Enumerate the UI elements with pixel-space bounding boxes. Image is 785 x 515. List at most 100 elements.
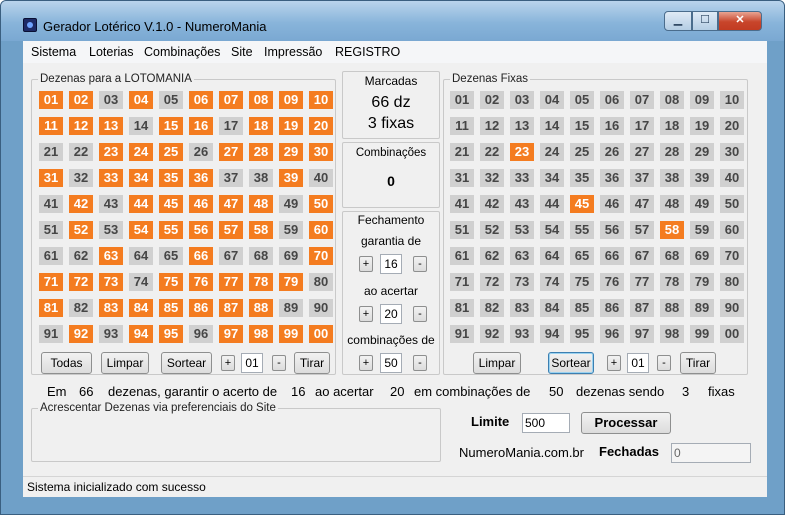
lotomania-number-91[interactable]: 91	[39, 325, 63, 343]
lotomania-number-06[interactable]: 06	[189, 91, 213, 109]
fixas-number-89[interactable]: 89	[690, 299, 714, 317]
fixas-number-31[interactable]: 31	[450, 169, 474, 187]
lotomania-number-16[interactable]: 16	[189, 117, 213, 135]
lotomania-number-35[interactable]: 35	[159, 169, 183, 187]
lotomania-number-12[interactable]: 12	[69, 117, 93, 135]
lotomania-number-64[interactable]: 64	[129, 247, 153, 265]
fixas-number-13[interactable]: 13	[510, 117, 534, 135]
garantia-field[interactable]: 16	[380, 254, 402, 274]
lotomania-number-57[interactable]: 57	[219, 221, 243, 239]
lotomania-number-82[interactable]: 82	[69, 299, 93, 317]
lotomania-number-99[interactable]: 99	[279, 325, 303, 343]
fixas-number-94[interactable]: 94	[540, 325, 564, 343]
fixas-number-40[interactable]: 40	[720, 169, 744, 187]
maximize-button[interactable]: ☐	[692, 11, 718, 31]
fixas-number-05[interactable]: 05	[570, 91, 594, 109]
fixas-number-62[interactable]: 62	[480, 247, 504, 265]
fixas-number-58[interactable]: 58	[660, 221, 684, 239]
menu-site[interactable]: Site	[231, 45, 253, 59]
lotomania-number-00[interactable]: 00	[309, 325, 333, 343]
fixas-number-41[interactable]: 41	[450, 195, 474, 213]
lotomania-number-61[interactable]: 61	[39, 247, 63, 265]
lotomania-number-45[interactable]: 45	[159, 195, 183, 213]
fixas-number-09[interactable]: 09	[690, 91, 714, 109]
fixas-number-16[interactable]: 16	[600, 117, 624, 135]
fixas-number-30[interactable]: 30	[720, 143, 744, 161]
fixas-number-54[interactable]: 54	[540, 221, 564, 239]
lotomania-number-26[interactable]: 26	[189, 143, 213, 161]
fixas-number-78[interactable]: 78	[660, 273, 684, 291]
lotomania-number-88[interactable]: 88	[249, 299, 273, 317]
lotomania-number-85[interactable]: 85	[159, 299, 183, 317]
lotomania-number-94[interactable]: 94	[129, 325, 153, 343]
lotomania-number-73[interactable]: 73	[99, 273, 123, 291]
left-count-field[interactable]: 01	[241, 353, 263, 373]
fixas-number-66[interactable]: 66	[600, 247, 624, 265]
fixas-number-38[interactable]: 38	[660, 169, 684, 187]
lotomania-number-07[interactable]: 07	[219, 91, 243, 109]
fixas-number-17[interactable]: 17	[630, 117, 654, 135]
fixas-count-plus-button[interactable]: +	[607, 355, 621, 371]
fixas-number-75[interactable]: 75	[570, 273, 594, 291]
lotomania-number-72[interactable]: 72	[69, 273, 93, 291]
fixas-number-57[interactable]: 57	[630, 221, 654, 239]
fixas-number-28[interactable]: 28	[660, 143, 684, 161]
fixas-number-52[interactable]: 52	[480, 221, 504, 239]
fixas-number-35[interactable]: 35	[570, 169, 594, 187]
lotomania-number-28[interactable]: 28	[249, 143, 273, 161]
lotomania-number-04[interactable]: 04	[129, 91, 153, 109]
lotomania-number-49[interactable]: 49	[279, 195, 303, 213]
fixas-number-18[interactable]: 18	[660, 117, 684, 135]
lotomania-number-90[interactable]: 90	[309, 299, 333, 317]
lotomania-number-46[interactable]: 46	[189, 195, 213, 213]
fixas-number-90[interactable]: 90	[720, 299, 744, 317]
fixas-number-68[interactable]: 68	[660, 247, 684, 265]
lotomania-number-34[interactable]: 34	[129, 169, 153, 187]
fixas-number-91[interactable]: 91	[450, 325, 474, 343]
fixas-number-99[interactable]: 99	[690, 325, 714, 343]
garantia-minus-button[interactable]: -	[413, 256, 427, 272]
lotomania-number-79[interactable]: 79	[279, 273, 303, 291]
fixas-number-07[interactable]: 07	[630, 91, 654, 109]
fixas-number-26[interactable]: 26	[600, 143, 624, 161]
fixas-number-00[interactable]: 00	[720, 325, 744, 343]
lotomania-number-80[interactable]: 80	[309, 273, 333, 291]
lotomania-number-83[interactable]: 83	[99, 299, 123, 317]
menu-loterias[interactable]: Loterias	[89, 45, 133, 59]
fixas-number-98[interactable]: 98	[660, 325, 684, 343]
lotomania-number-15[interactable]: 15	[159, 117, 183, 135]
fixas-number-56[interactable]: 56	[600, 221, 624, 239]
lotomania-number-10[interactable]: 10	[309, 91, 333, 109]
fixas-number-19[interactable]: 19	[690, 117, 714, 135]
fixas-number-63[interactable]: 63	[510, 247, 534, 265]
lotomania-number-55[interactable]: 55	[159, 221, 183, 239]
lotomania-number-40[interactable]: 40	[309, 169, 333, 187]
fixas-number-59[interactable]: 59	[690, 221, 714, 239]
lotomania-number-24[interactable]: 24	[129, 143, 153, 161]
fixas-count-field[interactable]: 01	[627, 353, 649, 373]
fixas-number-83[interactable]: 83	[510, 299, 534, 317]
acertar-minus-button[interactable]: -	[413, 306, 427, 322]
lotomania-number-97[interactable]: 97	[219, 325, 243, 343]
fixas-number-48[interactable]: 48	[660, 195, 684, 213]
lotomania-number-11[interactable]: 11	[39, 117, 63, 135]
lotomania-number-02[interactable]: 02	[69, 91, 93, 109]
lotomania-number-65[interactable]: 65	[159, 247, 183, 265]
fixas-number-06[interactable]: 06	[600, 91, 624, 109]
lotomania-number-84[interactable]: 84	[129, 299, 153, 317]
fixas-number-87[interactable]: 87	[630, 299, 654, 317]
fixas-number-55[interactable]: 55	[570, 221, 594, 239]
fixas-number-49[interactable]: 49	[690, 195, 714, 213]
lotomania-number-78[interactable]: 78	[249, 273, 273, 291]
fixas-number-82[interactable]: 82	[480, 299, 504, 317]
lotomania-number-08[interactable]: 08	[249, 91, 273, 109]
lotomania-number-98[interactable]: 98	[249, 325, 273, 343]
fixas-number-43[interactable]: 43	[510, 195, 534, 213]
combinacoes-de-plus-button[interactable]: +	[359, 355, 373, 371]
fixas-number-23[interactable]: 23	[510, 143, 534, 161]
lotomania-number-25[interactable]: 25	[159, 143, 183, 161]
lotomania-number-30[interactable]: 30	[309, 143, 333, 161]
fixas-number-29[interactable]: 29	[690, 143, 714, 161]
lotomania-number-20[interactable]: 20	[309, 117, 333, 135]
lotomania-number-59[interactable]: 59	[279, 221, 303, 239]
